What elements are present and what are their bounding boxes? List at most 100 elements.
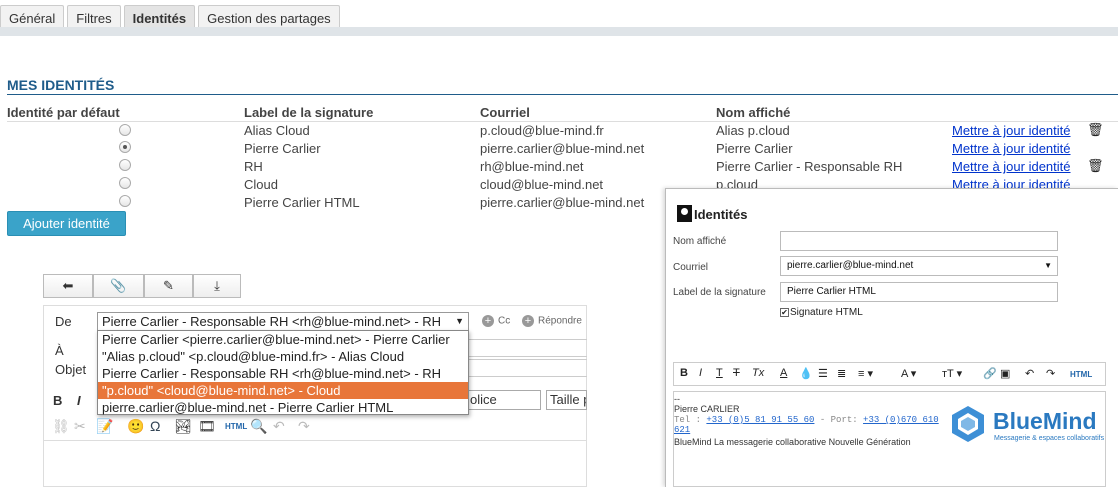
from-option[interactable]: Pierre Carlier <pierre.carlier@blue-mind… bbox=[98, 331, 468, 348]
pencil-icon: ✎ bbox=[163, 278, 174, 293]
identity-email: rh@blue-mind.net bbox=[480, 159, 584, 174]
html-button[interactable]: HTML bbox=[1070, 370, 1092, 379]
from-select[interactable]: Pierre Carlier - Responsable RH <rh@blue… bbox=[97, 312, 469, 331]
identity-name: Pierre Carlier - Responsable RH bbox=[716, 159, 903, 174]
user-card-icon bbox=[677, 205, 692, 222]
identity-name: Alias p.cloud bbox=[716, 123, 790, 138]
port-link-cont[interactable]: 621 bbox=[674, 425, 690, 435]
strikethrough-icon[interactable]: T bbox=[733, 367, 740, 379]
media-icon[interactable]: 🎞 bbox=[198, 418, 216, 435]
image-icon[interactable]: 🏞 bbox=[174, 418, 192, 435]
redo-icon[interactable]: ↷ bbox=[1046, 367, 1055, 380]
update-identity-link[interactable]: Mettre à jour identité bbox=[952, 123, 1071, 138]
signature-phone-line: Tel : +33 (0)5 81 91 55 60 - Port: +33 (… bbox=[674, 415, 939, 425]
font-color-icon[interactable]: A bbox=[780, 367, 787, 379]
size-select[interactable]: Taille p bbox=[546, 390, 587, 410]
tab-general[interactable]: Général bbox=[0, 5, 65, 28]
update-identity-link[interactable]: Mettre à jour identité bbox=[952, 159, 1071, 174]
column-header-label: Label de la signature bbox=[244, 105, 374, 120]
default-radio[interactable] bbox=[119, 141, 131, 153]
email-select[interactable]: pierre.carlier@blue-mind.net ▼ bbox=[780, 256, 1058, 276]
identity-label: RH bbox=[244, 159, 263, 174]
image-icon[interactable]: ▣ bbox=[1000, 367, 1010, 380]
trash-icon[interactable]: 🗑 bbox=[1087, 158, 1104, 174]
smiley-icon[interactable]: 🙂 bbox=[127, 418, 144, 435]
highlight-icon[interactable]: 💧 bbox=[799, 367, 813, 380]
html-signature-checkbox[interactable]: ✔ Signature HTML bbox=[780, 307, 863, 318]
bluemind-logo-icon bbox=[952, 406, 984, 442]
signature-port-cont: 621 bbox=[674, 425, 690, 435]
trash-icon[interactable]: 🗑 bbox=[1087, 122, 1104, 138]
chevron-down-icon: ▼ bbox=[1044, 261, 1052, 270]
plus-icon: + bbox=[482, 315, 494, 327]
add-identity-button[interactable]: Ajouter identité bbox=[7, 211, 126, 236]
omega-icon[interactable]: Ω bbox=[150, 418, 160, 434]
column-header-email: Courriel bbox=[480, 105, 530, 120]
tab-sharing[interactable]: Gestion des partages bbox=[198, 5, 340, 28]
from-option[interactable]: Pierre Carlier - Responsable RH <rh@blue… bbox=[98, 365, 468, 382]
logo-text: BlueMind bbox=[993, 408, 1097, 434]
signature-tagline: BlueMind La messagerie collaborative Nou… bbox=[674, 437, 911, 447]
font-family-icon[interactable]: A ▾ bbox=[901, 367, 916, 380]
download-icon: ⤓ bbox=[214, 278, 220, 293]
redo-icon[interactable]: ↷ bbox=[298, 418, 310, 435]
bullet-list-icon[interactable]: ☰ bbox=[818, 367, 828, 380]
settings-tabs: Général Filtres Identités Gestion des pa… bbox=[0, 5, 343, 28]
numbered-list-icon[interactable]: ≣ bbox=[837, 367, 846, 380]
column-header-name: Nom affiché bbox=[716, 105, 791, 120]
signature-label-label: Label de la signature bbox=[673, 287, 766, 298]
download-button[interactable]: ⤓ bbox=[193, 274, 241, 298]
edit-button[interactable]: ✎ bbox=[144, 274, 193, 298]
default-radio[interactable] bbox=[119, 177, 131, 189]
chevron-down-icon: ▼ bbox=[455, 316, 464, 326]
undo-icon[interactable]: ↶ bbox=[1025, 367, 1034, 380]
tel-link[interactable]: +33 (0)5 81 91 55 60 bbox=[706, 415, 814, 425]
html-signature-label: Signature HTML bbox=[790, 307, 863, 318]
default-radio[interactable] bbox=[119, 124, 131, 136]
clear-format-icon[interactable]: Tx bbox=[752, 367, 764, 379]
tab-filters[interactable]: Filtres bbox=[67, 5, 121, 28]
html-source-icon[interactable]: HTML bbox=[225, 422, 247, 431]
cc-button[interactable]: + Cc bbox=[482, 315, 510, 327]
font-select[interactable]: olice bbox=[466, 390, 541, 410]
find-icon[interactable]: 🔍 bbox=[250, 418, 267, 435]
tab-identities[interactable]: Identités bbox=[123, 5, 196, 28]
bold-icon[interactable]: B bbox=[53, 393, 62, 408]
default-radio[interactable] bbox=[119, 195, 131, 207]
from-option-highlighted[interactable]: "p.cloud" <cloud@blue-mind.net> - Cloud bbox=[98, 382, 468, 399]
link-icon[interactable]: ⛓ bbox=[52, 418, 70, 435]
back-button[interactable]: ⬅ bbox=[43, 274, 93, 298]
undo-icon[interactable]: ↶ bbox=[273, 418, 285, 435]
update-identity-link[interactable]: Mettre à jour identité bbox=[952, 141, 1071, 156]
port-link[interactable]: +33 (0)670 610 bbox=[863, 415, 939, 425]
reply-to-button[interactable]: + Répondre bbox=[522, 315, 582, 327]
align-icon[interactable]: ≡ ▾ bbox=[858, 367, 873, 380]
identity-email: pierre.carlier@blue-mind.net bbox=[480, 141, 645, 156]
identity-label: Pierre Carlier HTML bbox=[244, 195, 360, 210]
default-radio[interactable] bbox=[119, 159, 131, 171]
section-title: MES IDENTITÉS bbox=[7, 77, 115, 93]
column-header-default: Identité par défaut bbox=[7, 105, 120, 120]
from-option[interactable]: pierre.carlier@blue-mind.net - Pierre Ca… bbox=[98, 399, 468, 416]
italic-icon[interactable]: I bbox=[77, 393, 81, 408]
signature-name: Pierre CARLIER bbox=[674, 404, 740, 414]
signature-label-input[interactable]: Pierre Carlier HTML bbox=[780, 282, 1058, 302]
underline-icon[interactable]: T bbox=[716, 367, 723, 379]
font-size-icon[interactable]: тT ▾ bbox=[942, 367, 962, 380]
identity-label: Alias Cloud bbox=[244, 123, 310, 138]
edit-icon[interactable]: 📝 bbox=[96, 418, 113, 435]
identity-email: pierre.carlier@blue-mind.net bbox=[480, 195, 645, 210]
tel-prefix: Tel : bbox=[674, 415, 707, 425]
bold-icon[interactable]: B bbox=[680, 367, 688, 379]
from-option[interactable]: "Alias p.cloud" <p.cloud@blue-mind.fr> -… bbox=[98, 348, 468, 365]
identity-email: p.cloud@blue-mind.fr bbox=[480, 123, 604, 138]
link-icon[interactable]: 🔗 bbox=[983, 367, 997, 380]
unlink-icon[interactable]: ✂ bbox=[74, 418, 86, 435]
cc-label: Cc bbox=[498, 315, 511, 327]
italic-icon[interactable]: I bbox=[699, 367, 702, 379]
attach-button[interactable]: 📎 bbox=[93, 274, 144, 298]
display-name-input[interactable] bbox=[780, 231, 1058, 251]
from-label: De bbox=[55, 314, 72, 329]
logo-subtitle: Messagerie & espaces collaboratifs bbox=[994, 435, 1105, 442]
checkmark-icon: ✔ bbox=[780, 308, 789, 317]
